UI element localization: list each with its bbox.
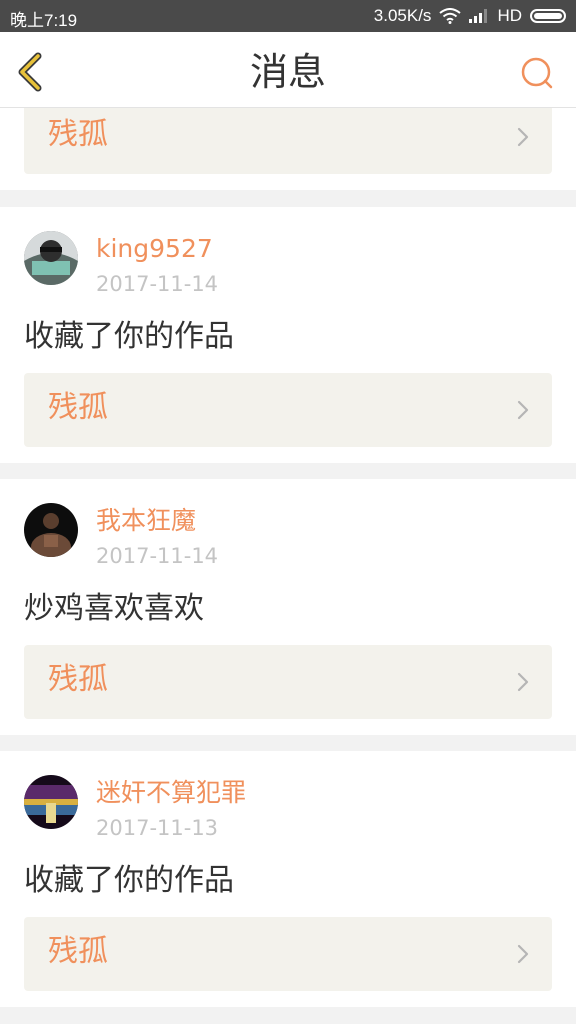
status-time: 晚上7:19 [10, 11, 78, 30]
message-date: 2017-11-13 [96, 816, 219, 840]
work-link-label: 残孤 [48, 390, 108, 425]
message-text: 收藏了你的作品 [24, 863, 234, 898]
message-card: king9527 2017-11-14 收藏了你的作品 残孤 [0, 207, 576, 463]
chevron-right-icon [517, 400, 529, 420]
avatar[interactable] [24, 775, 78, 829]
nav-bar: 消息 [0, 32, 576, 108]
message-text: 炒鸡喜欢喜欢 [24, 591, 204, 626]
message-date: 2017-11-14 [96, 544, 219, 568]
avatar-image [24, 775, 78, 829]
work-link-label: 残孤 [48, 662, 108, 697]
message-card: 迷奸不算犯罪 2017-11-13 收藏了你的作品 残孤 [0, 751, 576, 1007]
avatar-image [24, 503, 78, 557]
message-card-partial: 残孤 [0, 108, 576, 190]
signal-icon [469, 9, 489, 23]
network-type: HD [497, 6, 522, 25]
message-list[interactable]: 残孤 king9527 2017-11-14 收藏了你的作品 残孤 我本狂魔 2… [0, 108, 576, 1024]
username[interactable]: 我本狂魔 [96, 505, 196, 537]
message-card: 我本狂魔 2017-11-14 炒鸡喜欢喜欢 残孤 [0, 479, 576, 735]
chevron-right-icon [517, 672, 529, 692]
status-bar: 晚上7:19 3.05K/s HD [0, 0, 576, 32]
search-button[interactable] [520, 56, 554, 90]
chevron-right-icon [517, 944, 529, 964]
message-date: 2017-11-14 [96, 272, 219, 296]
page-title: 消息 [249, 50, 326, 94]
network-speed: 3.05K/s [373, 6, 432, 25]
search-icon [521, 57, 553, 89]
username[interactable]: 迷奸不算犯罪 [96, 777, 246, 809]
work-link[interactable]: 残孤 [24, 108, 552, 174]
avatar[interactable] [24, 503, 78, 557]
message-text: 收藏了你的作品 [24, 319, 234, 354]
avatar-image [24, 231, 78, 285]
work-link-label: 残孤 [48, 117, 108, 152]
wifi-icon [439, 8, 462, 24]
work-link-label: 残孤 [48, 934, 108, 969]
username[interactable]: king9527 [96, 233, 213, 265]
work-link[interactable]: 残孤 [24, 917, 552, 991]
avatar[interactable] [24, 231, 78, 285]
status-right: 3.05K/s HD [374, 6, 566, 26]
battery-icon [530, 9, 566, 23]
work-link[interactable]: 残孤 [24, 373, 552, 447]
work-link[interactable]: 残孤 [24, 645, 552, 719]
chevron-right-icon [517, 127, 529, 147]
